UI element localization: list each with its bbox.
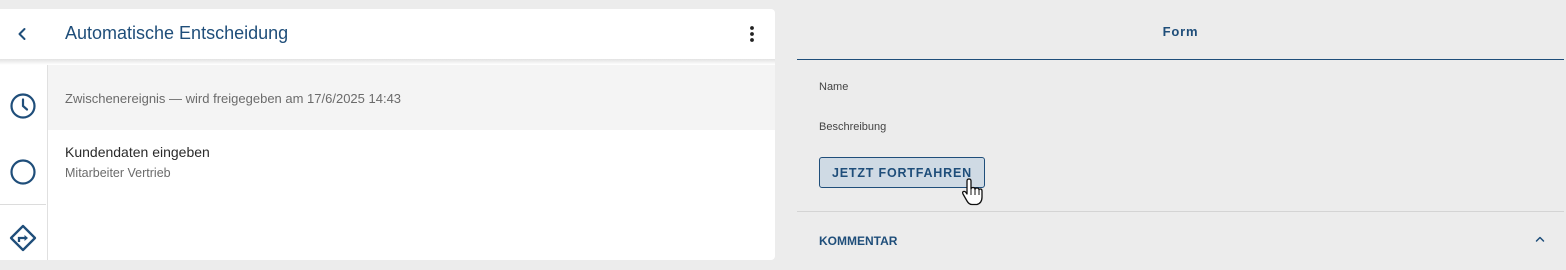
tab-underline bbox=[797, 59, 1564, 60]
route-diamond-icon bbox=[9, 224, 37, 251]
task-title: Kundendaten eingeben bbox=[65, 144, 210, 160]
more-options-button[interactable] bbox=[740, 22, 764, 46]
section-divider bbox=[797, 211, 1564, 212]
event-label: Zwischenereignis — wird freigegeben am 1… bbox=[65, 91, 402, 106]
card-header: Automatische Entscheidung bbox=[0, 9, 775, 59]
circle-icon bbox=[10, 158, 36, 185]
page-title: Automatische Entscheidung bbox=[65, 23, 289, 43]
event-icon-rail bbox=[0, 65, 48, 260]
description-label: Beschreibung bbox=[819, 121, 887, 133]
tab-form[interactable]: Form bbox=[797, 24, 1564, 39]
clock-icon bbox=[10, 92, 36, 119]
comment-section-title[interactable]: KOMMENTAR bbox=[819, 234, 897, 248]
process-card: Automatische Entscheidung Zwischenereign… bbox=[0, 9, 775, 260]
hand-pointer-icon bbox=[961, 178, 983, 206]
rail-item-gateway[interactable] bbox=[0, 205, 46, 270]
task-role: Mitarbeiter Vertrieb bbox=[65, 166, 171, 180]
name-label: Name bbox=[819, 81, 849, 93]
collapse-comment-button[interactable] bbox=[1532, 231, 1548, 247]
rail-item-timer[interactable] bbox=[0, 73, 46, 138]
back-button[interactable] bbox=[10, 22, 34, 46]
task-item[interactable]: Kundendaten eingeben Mitarbeiter Vertrie… bbox=[48, 130, 775, 200]
chevron-left-icon bbox=[18, 28, 26, 40]
form-panel: Form Name Beschreibung JETZT FORTFAHREN … bbox=[797, 0, 1566, 265]
chevron-up-icon bbox=[1535, 236, 1545, 242]
more-vertical-icon bbox=[750, 26, 754, 42]
rail-item-task[interactable] bbox=[0, 139, 46, 204]
event-item-intermediate[interactable]: Zwischenereignis — wird freigegeben am 1… bbox=[48, 65, 775, 130]
